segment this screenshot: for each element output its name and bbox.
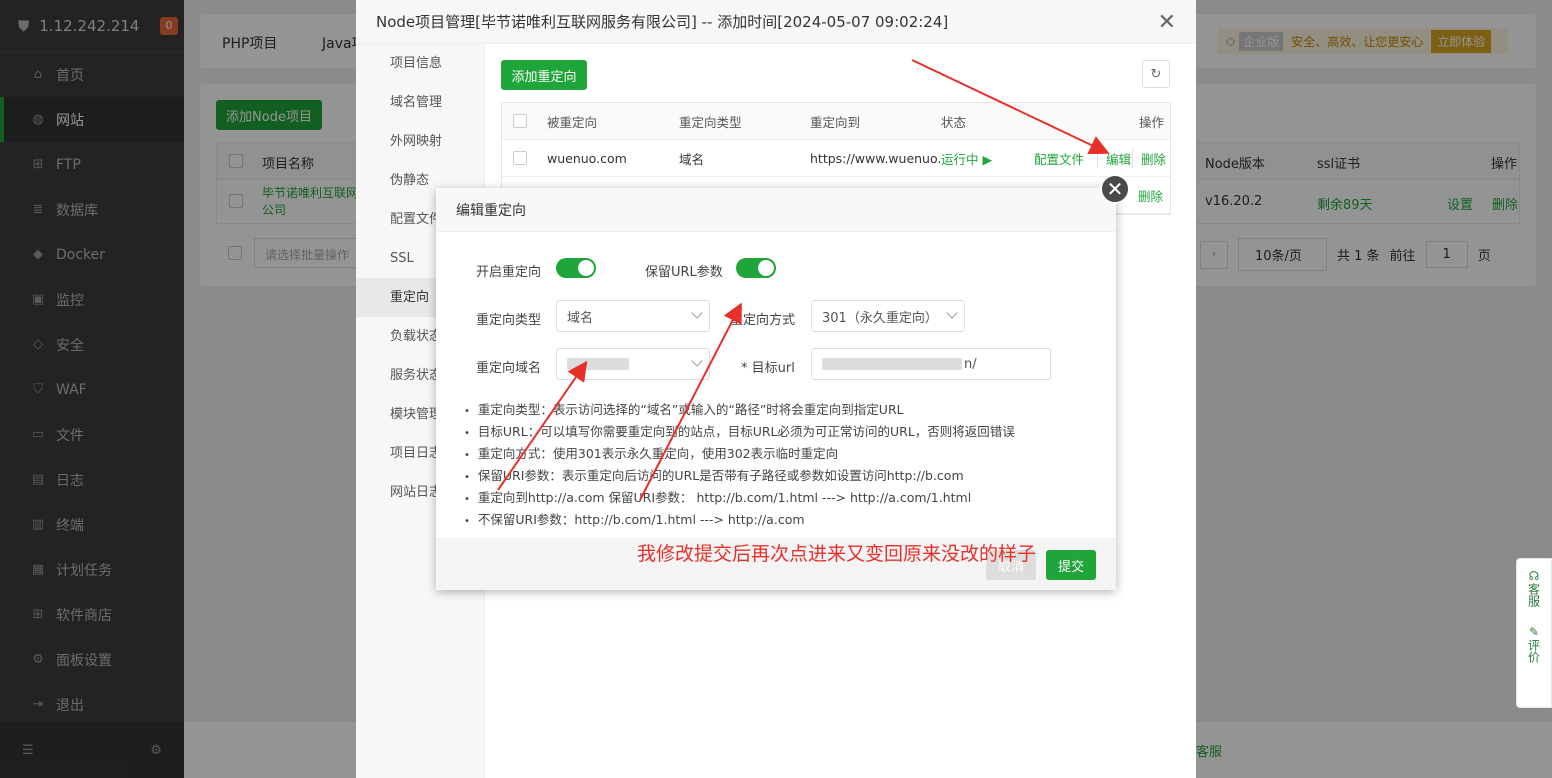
tab-2[interactable]: 外网映射 <box>356 122 484 161</box>
row-checkbox[interactable] <box>513 151 527 165</box>
edit-link[interactable]: 编辑 <box>1097 148 1132 168</box>
config-file-link[interactable]: 配置文件 <box>1034 149 1097 168</box>
tip-item: 重定向类型：表示访问选择的“域名”或输入的“路径”时将会重定向到指定URL <box>464 400 1015 422</box>
submit-button[interactable]: 提交 <box>1046 550 1096 580</box>
enable-redirect-toggle[interactable] <box>556 258 596 278</box>
redirect-domain-label: 重定向域名 <box>476 361 542 376</box>
enable-redirect-label: 开启重定向 <box>476 265 542 280</box>
headset-icon[interactable]: ☊ <box>1529 569 1540 583</box>
redirect-method-label: 重定向方式 <box>730 313 796 328</box>
th-status: 状态 <box>941 114 967 130</box>
keep-url-params-toggle[interactable] <box>736 258 776 278</box>
keep-url-params-label: 保留URL参数 <box>645 265 723 280</box>
redirect-method-value: 301（永久重定向） <box>822 310 938 326</box>
blurred-domain <box>567 358 629 370</box>
redirect-from: wuenuo.com <box>547 150 627 166</box>
edit-redirect-dialog: 编辑重定向 ✕ 开启重定向 保留URL参数 重定向类型 域名 重定向方式 301… <box>436 174 1130 590</box>
redirect-domain-select[interactable] <box>556 348 710 380</box>
tip-item: 不保留URI参数：http://b.com/1.html ---> http:/… <box>464 510 1015 532</box>
th-from: 被重定向 <box>547 114 598 130</box>
redirect-to: https://www.wuenuo. <box>810 150 941 166</box>
delete-link[interactable]: 删除 <box>1138 186 1163 205</box>
blurred-url <box>822 358 962 370</box>
node-window-title: Node项目管理[毕节诺唯利互联网服务有限公司] -- 添加时间[2024-05… <box>356 0 1196 44</box>
table-row: wuenuo.com 域名 https://www.wuenuo. 运行中 ▶ … <box>502 140 1170 177</box>
select-all-checkbox[interactable] <box>513 114 527 128</box>
service-label[interactable]: 客服 <box>1526 583 1543 607</box>
add-redirect-button[interactable]: 添加重定向 <box>501 60 587 90</box>
dialog-title: 编辑重定向 <box>436 188 1116 232</box>
redirect-type: 域名 <box>679 151 705 167</box>
chevron-down-icon <box>691 355 703 367</box>
status-running[interactable]: 运行中 ▶ <box>941 149 1034 168</box>
help-tips: 重定向类型：表示访问选择的“域名”或输入的“路径”时将会重定向到指定URL目标U… <box>464 400 1015 532</box>
tip-item: 目标URL：可以填写你需要重定向到的站点，目标URL必须为可正常访问的URL，否… <box>464 422 1015 444</box>
redirect-type-value: 域名 <box>567 310 594 326</box>
tip-item: 重定向方式：使用301表示永久重定向，使用302表示临时重定向 <box>464 444 1015 466</box>
target-url-suffix: n/ <box>964 356 977 372</box>
redirect-type-select[interactable]: 域名 <box>556 300 710 332</box>
close-icon[interactable]: ✕ <box>1158 10 1176 35</box>
annotation-text: 我修改提交后再次点进来又变回原来没改的样子 <box>637 543 1037 565</box>
close-icon[interactable]: ✕ <box>1100 174 1130 204</box>
target-url-input[interactable]: n/ <box>811 348 1051 380</box>
redirect-method-select[interactable]: 301（永久重定向） <box>811 300 965 332</box>
review-label[interactable]: 评价 <box>1526 639 1543 663</box>
tip-item: 保留URI参数：表示重定向后访问的URL是否带有子路径或参数如设置访问http:… <box>464 466 1015 488</box>
tab-0[interactable]: 项目信息 <box>356 44 484 83</box>
delete-link[interactable]: 删除 <box>1132 148 1166 168</box>
target-url-label: * 目标url <box>741 361 795 376</box>
edit-icon[interactable]: ✎ <box>1529 625 1539 639</box>
refresh-icon[interactable]: ↻ <box>1142 60 1170 88</box>
chevron-down-icon <box>691 307 703 319</box>
redirect-table-header: 被重定向 重定向类型 重定向到 状态 操作 <box>502 103 1170 140</box>
th-type: 重定向类型 <box>679 114 742 130</box>
th-ops: 操作 <box>1139 114 1165 130</box>
th-to: 重定向到 <box>810 114 861 130</box>
side-widget: ☊ 客服 ✎ 评价 <box>1516 558 1552 708</box>
chevron-down-icon <box>946 307 958 319</box>
redirect-type-label: 重定向类型 <box>476 313 542 328</box>
tab-1[interactable]: 域名管理 <box>356 83 484 122</box>
tip-item: 重定向到http://a.com 保留URI参数： http://b.com/1… <box>464 488 1015 510</box>
